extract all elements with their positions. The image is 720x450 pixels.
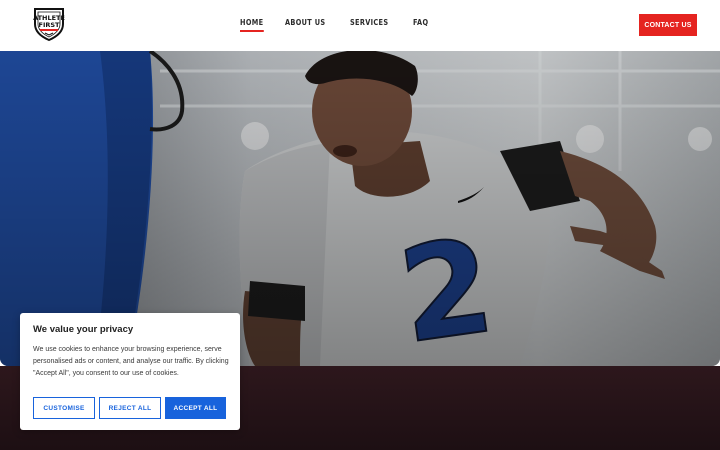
logo-text-line2: FIRST	[39, 21, 61, 29]
nav-about-us[interactable]: ABOUT US	[285, 18, 325, 32]
main-nav: HOME ABOUT US SERVICES FAQ	[240, 18, 431, 32]
nav-services[interactable]: SERVICES	[350, 18, 388, 32]
cookie-consent-banner: We value your privacy We use cookies to …	[20, 313, 240, 430]
cookie-title: We value your privacy	[33, 324, 134, 335]
logo[interactable]: ATHLETE FIRST	[31, 6, 67, 42]
customise-button[interactable]: CUSTOMISE	[33, 397, 95, 419]
contact-us-button[interactable]: CONTACT US	[639, 14, 697, 36]
cookie-actions: CUSTOMISE REJECT ALL ACCEPT ALL	[33, 397, 226, 419]
reject-all-button[interactable]: REJECT ALL	[99, 397, 161, 419]
site-header: ATHLETE FIRST HOME ABOUT US SERVICES FAQ…	[0, 0, 720, 51]
logo-shield-icon: ATHLETE FIRST	[33, 8, 65, 42]
accept-all-button[interactable]: ACCEPT ALL	[165, 397, 226, 419]
cookie-description: We use cookies to enhance your browsing …	[33, 346, 229, 377]
nav-home[interactable]: HOME	[240, 18, 263, 32]
nav-faq[interactable]: FAQ	[413, 18, 428, 32]
page: ATHLETE FIRST HOME ABOUT US SERVICES FAQ…	[0, 0, 720, 450]
